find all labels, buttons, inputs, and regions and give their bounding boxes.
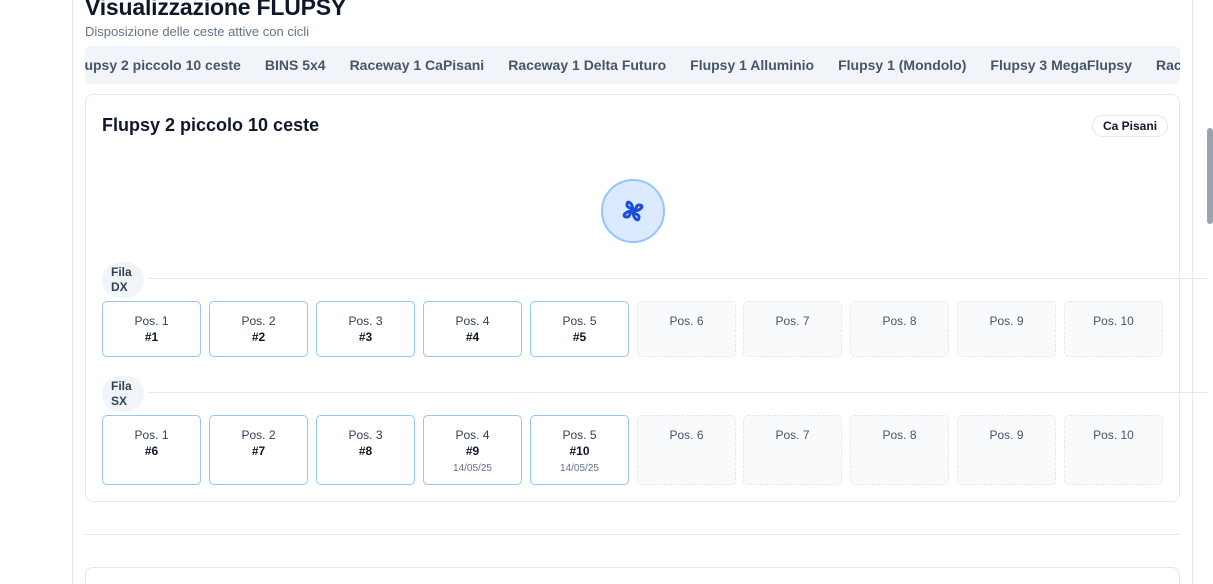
- position-label: Pos. 9: [989, 428, 1024, 442]
- basket-cell[interactable]: Pos. 1 #1: [102, 301, 201, 357]
- row-label-line2: SX: [111, 394, 128, 408]
- basket-number: #2: [251, 330, 266, 344]
- propeller-icon: [601, 179, 665, 243]
- cycle-date: 14/05/25: [453, 463, 492, 474]
- position-label: Pos. 5: [562, 314, 597, 328]
- position-label: Pos. 8: [882, 314, 917, 328]
- position-label: Pos. 7: [775, 428, 810, 442]
- flupsy-tabs: Flupsy 2 piccolo 10 ceste BINS 5x4 Raceway…: [85, 46, 1180, 84]
- scrollbar-thumb[interactable]: [1207, 128, 1213, 224]
- row-label-line1: Fila: [111, 265, 132, 279]
- basket-number: #4: [465, 330, 480, 344]
- position-label: Pos. 4: [455, 314, 490, 328]
- basket-number: #7: [251, 444, 266, 458]
- cycle-date: 14/05/25: [560, 463, 599, 474]
- position-label: Pos. 2: [241, 314, 276, 328]
- basket-number: #10: [569, 444, 590, 458]
- empty-position-cell[interactable]: Pos. 9: [957, 301, 1056, 357]
- tab-7[interactable]: Flupsy 3 MegaFlupsy: [978, 46, 1144, 84]
- basket-number: #3: [358, 330, 373, 344]
- position-label: Pos. 10: [1093, 428, 1134, 442]
- position-label: Pos. 10: [1093, 314, 1134, 328]
- tab-8[interactable]: Raceway 4 Delta Futuro: [1144, 46, 1180, 84]
- empty-position-cell[interactable]: Pos. 7: [743, 415, 842, 485]
- position-label: Pos. 8: [882, 428, 917, 442]
- tab-5[interactable]: Flupsy 1 Alluminio: [678, 46, 826, 84]
- row-label-line2: DX: [111, 280, 128, 294]
- section-divider: [85, 534, 1180, 535]
- position-label: Pos. 6: [669, 428, 704, 442]
- position-label: Pos. 2: [241, 428, 276, 442]
- empty-position-cell[interactable]: Pos. 9: [957, 415, 1056, 485]
- next-flupsy-card: [85, 567, 1180, 584]
- basket-cell[interactable]: Pos. 2 #2: [209, 301, 308, 357]
- basket-cell[interactable]: Pos. 5 #5: [530, 301, 629, 357]
- basket-number: #6: [144, 444, 159, 458]
- position-label: Pos. 6: [669, 314, 704, 328]
- row-label-line1: Fila: [111, 379, 132, 393]
- row-label: Fila DX: [102, 262, 144, 298]
- basket-cell[interactable]: Pos. 4 #4: [423, 301, 522, 357]
- tab-2[interactable]: BINS 5x4: [253, 46, 338, 84]
- basket-cell[interactable]: Pos. 3 #8: [316, 415, 415, 485]
- empty-position-cell[interactable]: Pos. 10: [1064, 301, 1163, 357]
- tab-1[interactable]: Flupsy 2 piccolo 10 ceste: [85, 46, 253, 84]
- basket-cell[interactable]: Pos. 1 #6: [102, 415, 201, 485]
- position-label: Pos. 3: [348, 428, 383, 442]
- basket-cell[interactable]: Pos. 4 #9 14/05/25: [423, 415, 522, 485]
- empty-position-cell[interactable]: Pos. 8: [850, 415, 949, 485]
- flupsy-name: Flupsy 2 piccolo 10 ceste: [102, 115, 320, 135]
- position-label: Pos. 1: [134, 314, 169, 328]
- basket-cell[interactable]: Pos. 5 #10 14/05/25: [530, 415, 629, 485]
- position-label: Pos. 1: [134, 428, 169, 442]
- empty-position-cell[interactable]: Pos. 7: [743, 301, 842, 357]
- basket-number: #5: [572, 330, 587, 344]
- position-label: Pos. 5: [562, 428, 597, 442]
- basket-cell[interactable]: Pos. 3 #3: [316, 301, 415, 357]
- tabs-track: Flupsy 2 piccolo 10 ceste BINS 5x4 Raceway…: [85, 46, 1180, 84]
- position-label: Pos. 9: [989, 314, 1024, 328]
- basket-cell[interactable]: Pos. 2 #7: [209, 415, 308, 485]
- empty-position-cell[interactable]: Pos. 8: [850, 301, 949, 357]
- position-label: Pos. 7: [775, 314, 810, 328]
- tab-3[interactable]: Raceway 1 CaPisani: [338, 46, 497, 84]
- tab-4[interactable]: Raceway 1 Delta Futuro: [496, 46, 678, 84]
- basket-number: #8: [358, 444, 373, 458]
- position-label: Pos. 3: [348, 314, 383, 328]
- row-separator-line: [148, 278, 1208, 279]
- empty-position-cell[interactable]: Pos. 6: [637, 301, 736, 357]
- basket-number: #9: [465, 444, 480, 458]
- empty-position-cell[interactable]: Pos. 6: [637, 415, 736, 485]
- row-label: Fila SX: [102, 376, 144, 412]
- page-subtitle: Disposizione delle ceste attive con cicl…: [85, 24, 309, 39]
- position-label: Pos. 4: [455, 428, 490, 442]
- basket-number: #1: [144, 330, 159, 344]
- location-badge: Ca Pisani: [1092, 115, 1169, 137]
- empty-position-cell[interactable]: Pos. 10: [1064, 415, 1163, 485]
- tab-6[interactable]: Flupsy 1 (Mondolo): [826, 46, 978, 84]
- page-title: Visualizzazione FLUPSY: [85, 0, 347, 20]
- row-separator-line: [148, 392, 1208, 393]
